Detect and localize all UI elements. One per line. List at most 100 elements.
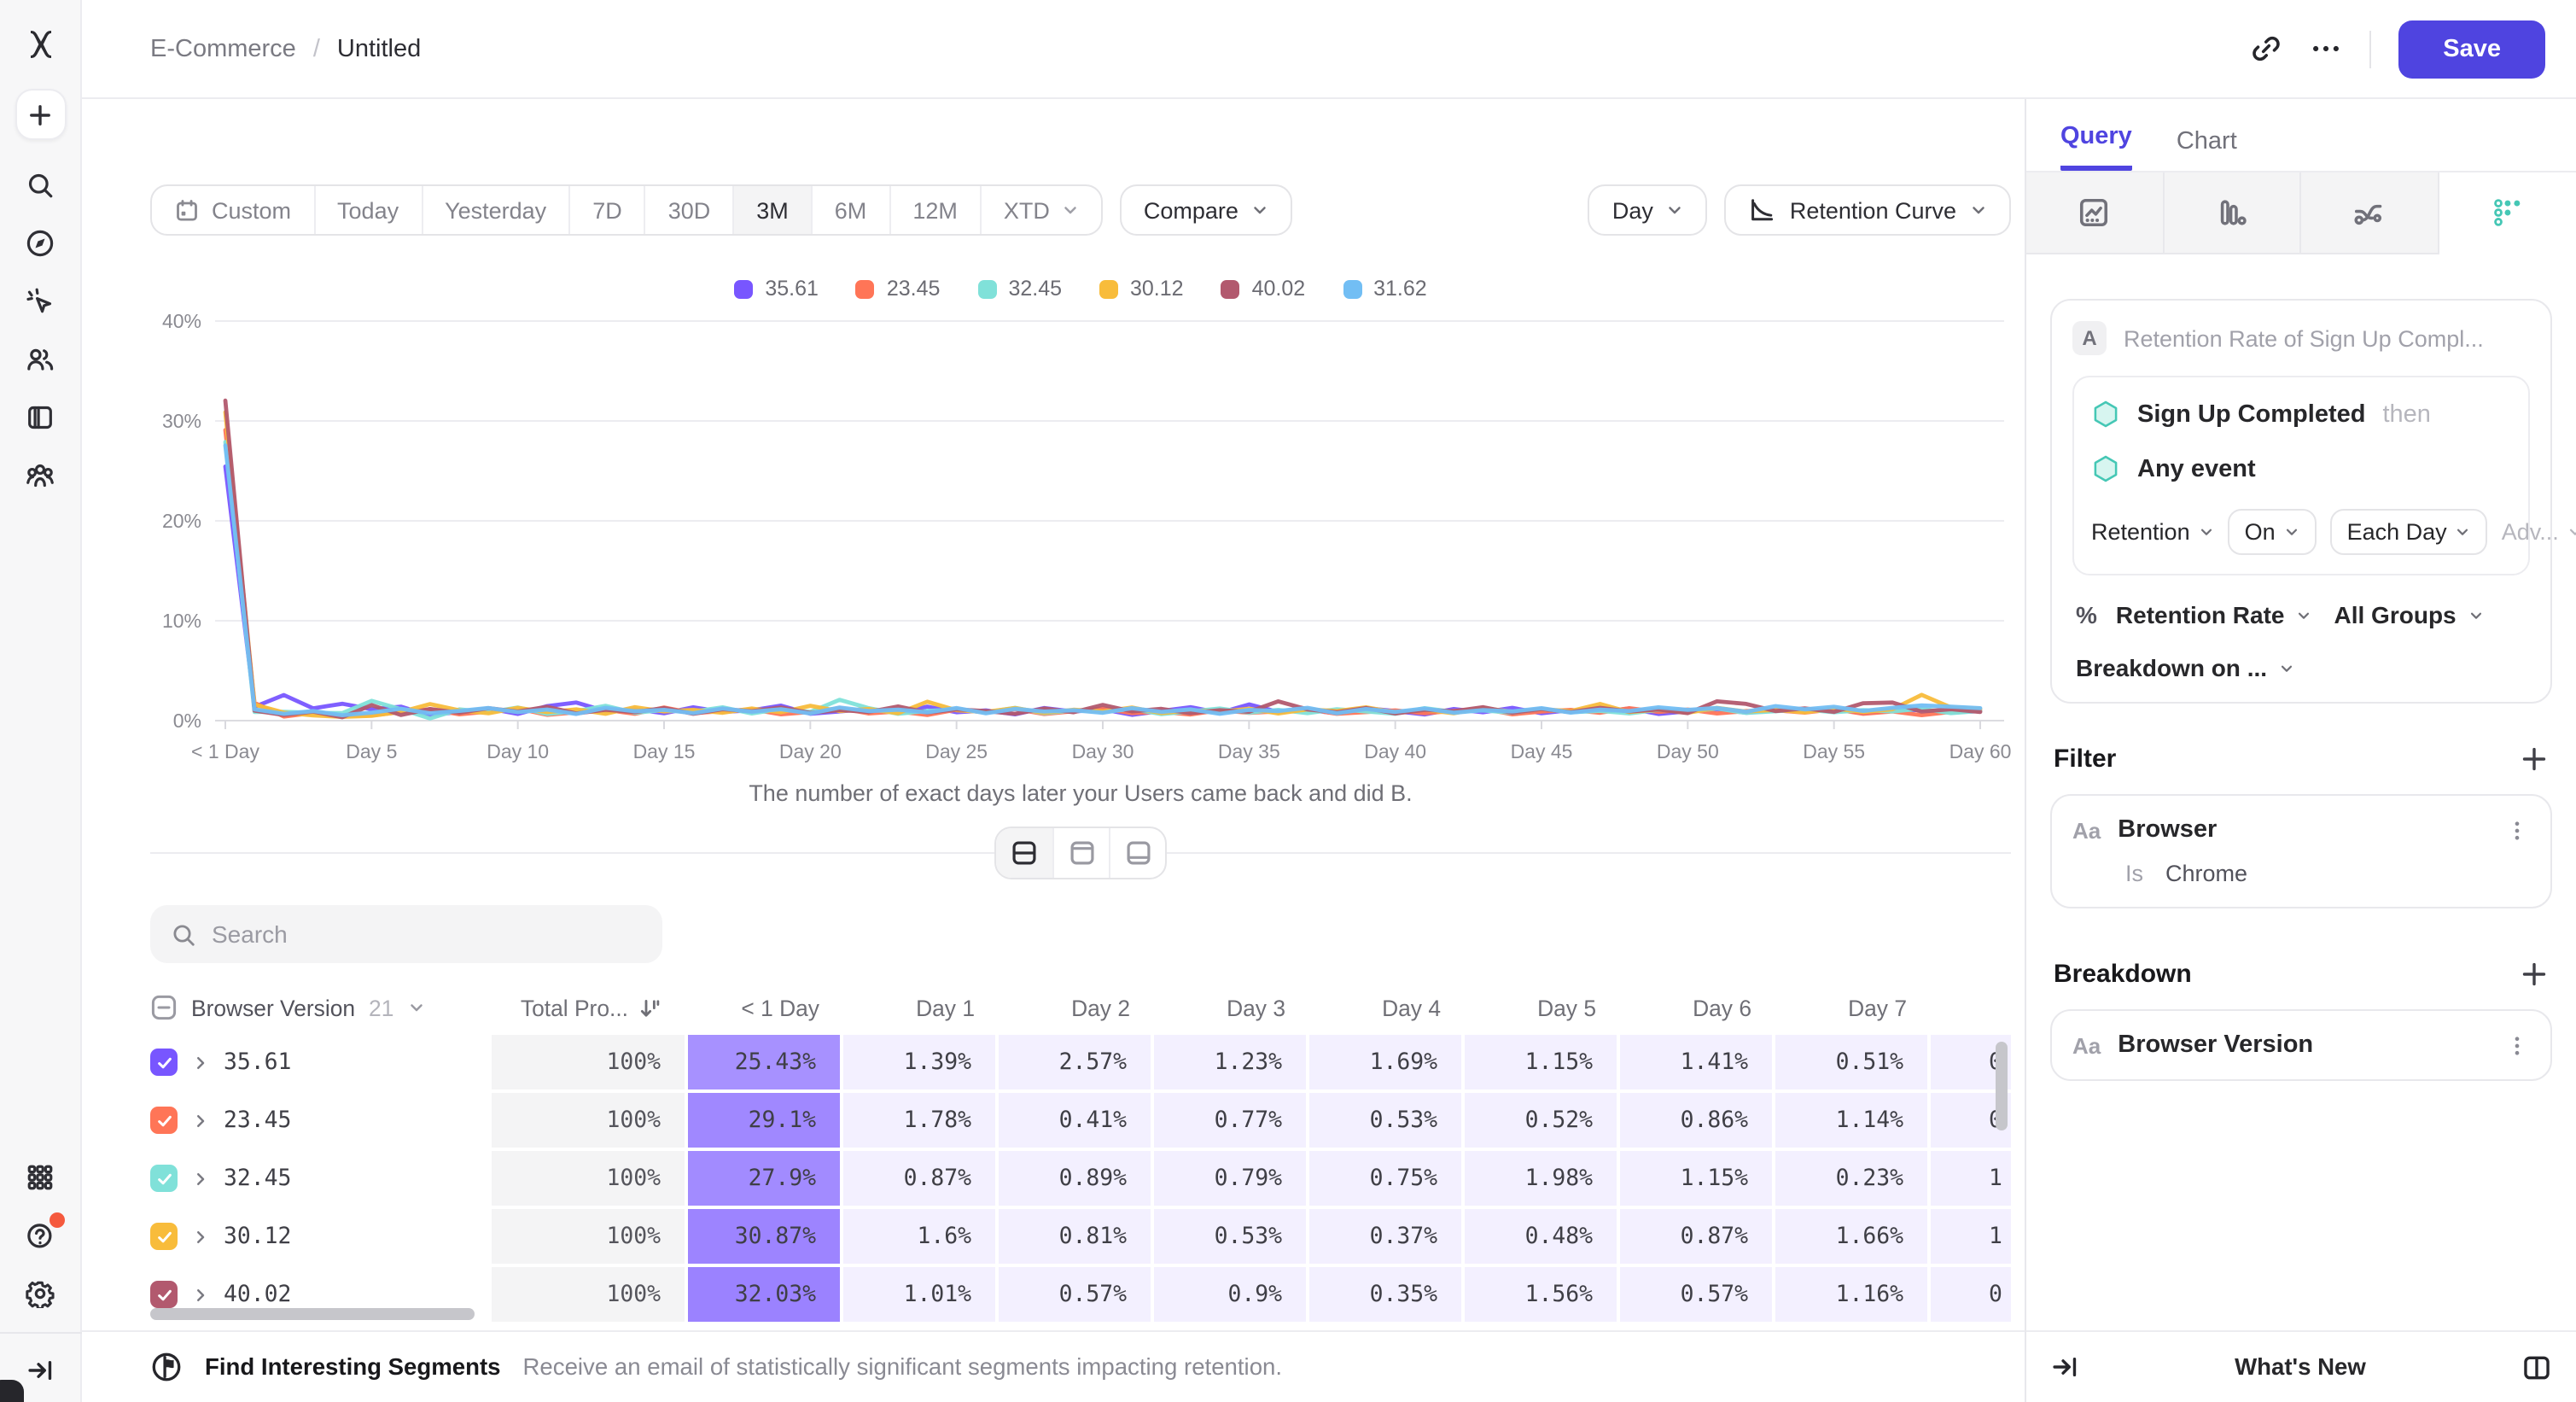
advanced-dropdown[interactable]: Adv... [2502,519,2576,545]
date-range-today[interactable]: Today [313,186,421,234]
date-range-30d[interactable]: 30D [644,186,733,234]
search-input[interactable] [212,920,642,948]
date-range-xtd[interactable]: XTD [980,186,1101,234]
date-range-selector: CustomTodayYesterday7D30D3M6M12MXTD [150,184,1103,236]
row-checkbox[interactable] [150,1165,178,1192]
breadcrumb-title[interactable]: Untitled [337,35,421,62]
compare-button[interactable]: Compare [1120,184,1293,236]
report-tab-funnels[interactable] [2164,172,2301,254]
add-filter-button[interactable] [2520,745,2549,774]
legend-item[interactable]: 30.12 [1099,277,1184,301]
legend-item[interactable]: 23.45 [856,277,941,301]
date-range-custom[interactable]: Custom [152,186,313,234]
view-toggle-split-view[interactable] [996,828,1052,878]
tab-query[interactable]: Query [2060,123,2132,171]
date-range-12m[interactable]: 12M [889,186,980,234]
sidebar-item-settings[interactable] [21,1276,59,1311]
chart-type-dropdown[interactable]: Retention Curve [1725,184,2011,236]
save-button[interactable]: Save [2398,20,2545,78]
columns-layout-icon[interactable] [2521,1352,2552,1382]
filter-operator[interactable]: Is [2125,861,2143,886]
query-step-first-event[interactable]: Sign Up Completed then [2091,400,2511,429]
column-label: Day 6 [1693,995,1751,1020]
chevron-right-icon[interactable] [191,1169,210,1188]
metric-dropdown[interactable]: Retention Rate [2116,601,2285,628]
add-breakdown-button[interactable] [2520,960,2549,989]
row-checkbox[interactable] [150,1049,178,1076]
legend-item[interactable]: 31.62 [1343,277,1427,301]
select-all-checkbox[interactable] [150,994,178,1021]
date-range-yesterday[interactable]: Yesterday [421,186,568,234]
vertical-scrollbar[interactable] [1996,1042,2008,1130]
row-checkbox[interactable] [150,1223,178,1250]
view-toggle-bottom-panel-view[interactable] [1109,828,1165,878]
column-header-3[interactable]: Day 2 [999,987,1154,1028]
value-cell: 100% [492,1035,688,1093]
column-header-7[interactable]: Day 6 [1620,987,1775,1028]
granularity-dropdown[interactable]: Day [1588,184,1708,236]
legend-item[interactable]: 35.61 [734,277,819,301]
segments-footer: Find Interesting Segments Receive an ema… [82,1330,2025,1402]
kebab-menu-icon[interactable] [2504,817,2530,843]
date-range-6m[interactable]: 6M [811,186,889,234]
filter-value[interactable]: Chrome [2165,861,2247,886]
chevron-down-icon [407,999,424,1016]
sidebar-item-cohorts[interactable] [21,458,59,494]
query-step-return-event[interactable]: Any event [2091,454,2511,483]
row-checkbox[interactable] [150,1281,178,1308]
sidebar-item-users[interactable] [21,342,59,377]
breakdown-on-dropdown[interactable]: Breakdown on ... [2076,654,2267,681]
column-header-8[interactable]: Day 7 [1775,987,1931,1028]
column-header-0[interactable]: Total Pro... [492,987,688,1028]
query-title[interactable]: Retention Rate of Sign Up Compl... [2124,325,2484,351]
legend-item[interactable]: 40.02 [1221,277,1306,301]
find-segments-button[interactable]: Find Interesting Segments [205,1354,501,1380]
chevron-right-icon[interactable] [191,1285,210,1304]
column-label: Day 4 [1382,995,1441,1020]
legend-item[interactable]: 32.45 [977,277,1062,301]
column-header-5[interactable]: Day 4 [1309,987,1465,1028]
breakdown-property[interactable]: Browser Version [2118,1031,2487,1059]
tab-chart[interactable]: Chart [2177,128,2237,171]
date-range-3m[interactable]: 3M [732,186,811,234]
groups-dropdown[interactable]: All Groups [2334,601,2457,628]
collapse-panel-icon[interactable] [2050,1352,2079,1382]
group-column-header[interactable]: Browser Version21 [150,987,492,1028]
report-tab-insights[interactable] [2026,172,2164,254]
retention-type-dropdown[interactable]: Retention [2091,519,2214,545]
sidebar-item-notebook[interactable] [21,400,59,435]
more-options-button[interactable] [2310,32,2342,65]
date-range-7d[interactable]: 7D [568,186,644,234]
sidebar-item-help[interactable] [21,1218,59,1253]
chevron-right-icon[interactable] [191,1053,210,1072]
retention-interval-dropdown[interactable]: Each Day [2330,509,2488,555]
horizontal-scrollbar[interactable] [150,1308,475,1320]
whats-new-button[interactable]: What's New [2079,1354,2521,1380]
legend-swatch [856,279,875,298]
sidebar-item-search[interactable] [21,167,59,203]
column-header-1[interactable]: < 1 Day [688,987,843,1028]
value-cell: 0.57% [999,1267,1154,1325]
sidebar-item-compass[interactable] [21,225,59,261]
chevron-right-icon[interactable] [191,1111,210,1130]
expand-sidebar-button[interactable] [21,1351,59,1388]
column-header-2[interactable]: Day 1 [843,987,999,1028]
report-tab-flows[interactable] [2301,172,2439,254]
view-toggle-top-panel-view[interactable] [1052,828,1109,878]
breadcrumb-project[interactable]: E-Commerce [150,35,296,62]
retention-on-dropdown[interactable]: On [2228,509,2317,555]
sidebar-item-cursor-click[interactable] [21,283,59,319]
report-tab-retention[interactable] [2439,172,2576,254]
column-header-6[interactable]: Day 5 [1465,987,1620,1028]
create-new-button[interactable] [15,89,66,140]
sidebar-item-apps-grid[interactable] [21,1160,59,1195]
chevron-right-icon[interactable] [191,1227,210,1246]
report-type-strip [2026,171,2576,254]
row-checkbox[interactable] [150,1107,178,1134]
value-cell: 1.98% [1465,1151,1620,1209]
column-header-4[interactable]: Day 3 [1154,987,1309,1028]
column-label: Total Pro... [521,995,628,1020]
copy-link-button[interactable] [2250,32,2282,65]
filter-property[interactable]: Browser [2118,816,2487,844]
kebab-menu-icon[interactable] [2504,1032,2530,1058]
